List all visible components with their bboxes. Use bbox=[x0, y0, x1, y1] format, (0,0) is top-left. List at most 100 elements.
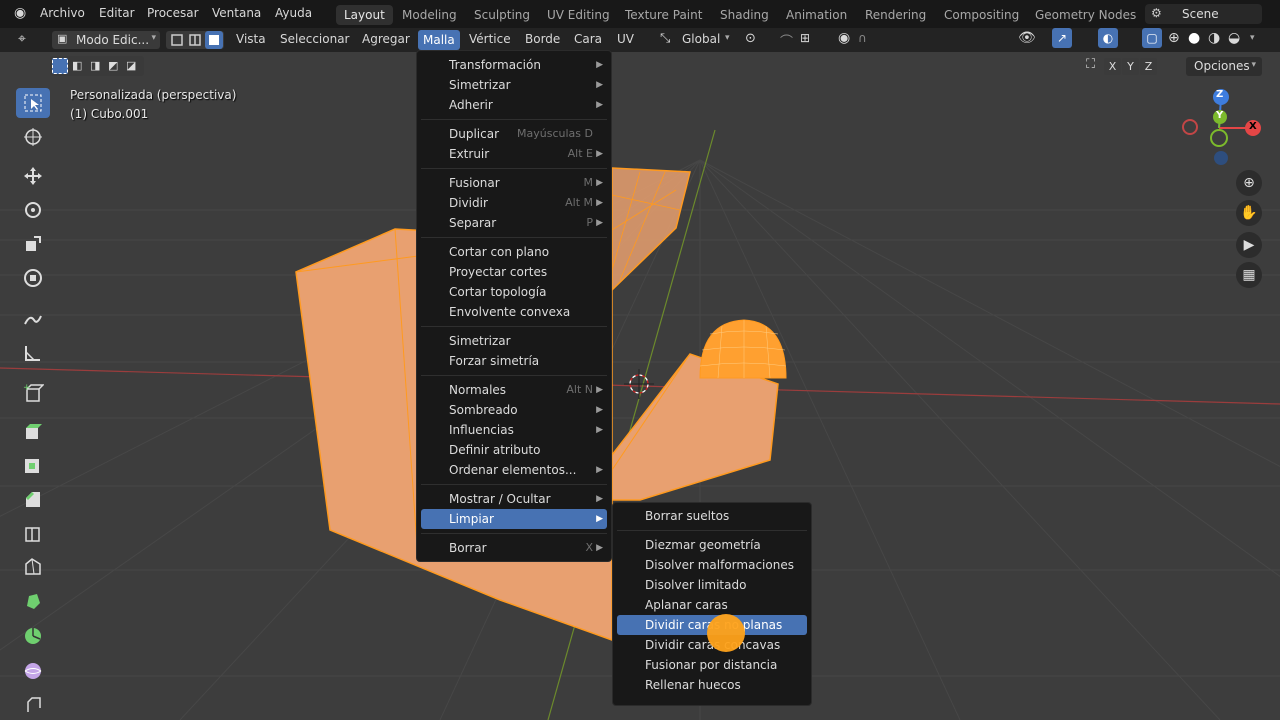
menu-ayuda[interactable]: Ayuda bbox=[275, 6, 312, 20]
loop-cut-tool-icon[interactable] bbox=[16, 518, 50, 548]
options-dropdown[interactable]: Opciones ▾ bbox=[1186, 57, 1262, 76]
move-tool-icon[interactable] bbox=[16, 161, 50, 191]
malla-item-proyectar-cortes[interactable]: Proyectar cortes bbox=[421, 262, 607, 282]
shear-tool-icon[interactable] bbox=[16, 690, 50, 720]
malla-item-definir-atributo[interactable]: Definir atributo bbox=[421, 440, 607, 460]
menu-borde[interactable]: Borde bbox=[525, 32, 560, 46]
malla-item-cortar-con-plano[interactable]: Cortar con plano bbox=[421, 242, 607, 262]
scene-selector[interactable]: ⚙ Scene bbox=[1145, 4, 1262, 24]
malla-item-forzar-simetria[interactable]: Forzar simetría bbox=[421, 351, 607, 371]
overlays-icon[interactable]: ◐ bbox=[1098, 28, 1118, 48]
edge-select-icon[interactable] bbox=[187, 32, 203, 48]
malla-item-extruir[interactable]: Extruir Alt E ▶ bbox=[421, 144, 607, 164]
poly-build-tool-icon[interactable] bbox=[16, 586, 50, 616]
annotate-tool-icon[interactable] bbox=[16, 304, 50, 334]
malla-item-limpiar[interactable]: Limpiar ▶ bbox=[421, 509, 607, 529]
workspace-tab-sculpting[interactable]: Sculpting bbox=[466, 5, 538, 25]
select-intersect-icon[interactable]: ◪ bbox=[126, 59, 136, 72]
menu-vista[interactable]: Vista bbox=[236, 32, 266, 46]
menu-archivo[interactable]: Archivo bbox=[40, 6, 85, 20]
limpiar-item-aplanar-caras[interactable]: Aplanar caras bbox=[617, 595, 807, 615]
select-new-icon[interactable]: ◧ bbox=[72, 59, 82, 72]
malla-item-cortar-topologia[interactable]: Cortar topología bbox=[421, 282, 607, 302]
select-box-tool-icon[interactable] bbox=[16, 88, 50, 118]
smooth-tool-icon[interactable] bbox=[16, 656, 50, 686]
menu-uv[interactable]: UV bbox=[617, 32, 634, 46]
pivot-point-icon[interactable]: ⊙ bbox=[745, 31, 756, 46]
menu-malla[interactable]: Malla bbox=[418, 30, 460, 50]
malla-item-mostrar-ocultar[interactable]: Mostrar / Ocultar ▶ bbox=[421, 489, 607, 509]
workspace-tab-shading[interactable]: Shading bbox=[712, 5, 777, 25]
navigation-gizmo[interactable]: Z Y X bbox=[1176, 86, 1266, 172]
mode-selector[interactable]: ▣ Modo Edic... ▾ bbox=[52, 31, 160, 49]
limpiar-item-fusionar-por-distancia[interactable]: Fusionar por distancia bbox=[617, 655, 807, 675]
material-shading-icon[interactable]: ◑ bbox=[1208, 30, 1220, 46]
falloff-icon[interactable]: ∩ bbox=[858, 31, 867, 45]
transform-orientation-icon[interactable]: ⤡ bbox=[660, 31, 670, 46]
knife-tool-icon[interactable] bbox=[16, 552, 50, 582]
face-select-icon[interactable] bbox=[205, 31, 223, 49]
malla-item-simetrizar[interactable]: Simetrizar bbox=[421, 331, 607, 351]
orientation-label[interactable]: Global bbox=[682, 32, 720, 46]
inset-tool-icon[interactable] bbox=[16, 450, 50, 480]
axis-y-toggle[interactable]: Y bbox=[1122, 58, 1139, 75]
box-select-icon[interactable] bbox=[52, 58, 68, 74]
spin-tool-icon[interactable] bbox=[16, 621, 50, 651]
menu-seleccionar[interactable]: Seleccionar bbox=[280, 32, 349, 46]
workspace-tab-layout[interactable]: Layout bbox=[336, 5, 393, 25]
malla-item-simetrizar[interactable]: Simetrizar ▶ bbox=[421, 75, 607, 95]
rendered-shading-icon[interactable]: ◒ bbox=[1228, 30, 1240, 46]
editor-type-icon[interactable]: ⌖ bbox=[18, 31, 26, 47]
workspace-tab-texture-paint[interactable]: Texture Paint bbox=[617, 5, 710, 25]
visibility-icon[interactable]: 👁 bbox=[1018, 30, 1036, 46]
malla-item-adherir[interactable]: Adherir ▶ bbox=[421, 95, 607, 115]
limpiar-item-rellenar-huecos[interactable]: Rellenar huecos bbox=[617, 675, 807, 695]
workspace-tab-animation[interactable]: Animation bbox=[778, 5, 855, 25]
transform-tool-icon[interactable] bbox=[16, 263, 50, 293]
malla-item-separar[interactable]: Separar P ▶ bbox=[421, 213, 607, 233]
malla-item-duplicar[interactable]: Duplicar Mayúsculas D bbox=[421, 124, 607, 144]
select-subtract-icon[interactable]: ◩ bbox=[108, 59, 118, 72]
workspace-tab-geometry-nodes[interactable]: Geometry Nodes bbox=[1027, 5, 1144, 25]
proportional-edit-icon[interactable]: ◉ bbox=[838, 30, 850, 46]
limpiar-item-borrar-sueltos[interactable]: Borrar sueltos bbox=[617, 506, 807, 526]
snap-icon[interactable]: ⌒ bbox=[780, 31, 793, 50]
limpiar-item-diezmar-geometria[interactable]: Diezmar geometría bbox=[617, 535, 807, 555]
workspace-tab-compositing[interactable]: Compositing bbox=[936, 5, 1027, 25]
rotate-tool-icon[interactable] bbox=[16, 195, 50, 225]
vertex-select-icon[interactable] bbox=[169, 32, 185, 48]
perspective-grid-icon[interactable]: ▦ bbox=[1236, 262, 1262, 288]
malla-item-borrar[interactable]: Borrar X ▶ bbox=[421, 538, 607, 558]
gizmo-toggle-icon[interactable]: ↗ bbox=[1052, 28, 1072, 48]
axis-x-toggle[interactable]: X bbox=[1104, 58, 1121, 75]
menu-agregar[interactable]: Agregar bbox=[362, 32, 410, 46]
limpiar-item-disolver-malformaciones[interactable]: Disolver malformaciones bbox=[617, 555, 807, 575]
malla-item-sombreado[interactable]: Sombreado ▶ bbox=[421, 400, 607, 420]
malla-item-normales[interactable]: Normales Alt N ▶ bbox=[421, 380, 607, 400]
measure-tool-icon[interactable] bbox=[16, 338, 50, 368]
menu-editar[interactable]: Editar bbox=[99, 6, 135, 20]
solid-shading-icon[interactable]: ● bbox=[1188, 30, 1200, 46]
malla-item-transformacion[interactable]: Transformación ▶ bbox=[421, 55, 607, 75]
pan-hand-icon[interactable]: ✋ bbox=[1236, 200, 1262, 226]
xray-icon[interactable]: ▢ bbox=[1142, 28, 1162, 48]
scale-tool-icon[interactable] bbox=[16, 229, 50, 259]
cursor-tool-icon[interactable] bbox=[16, 122, 50, 152]
add-cube-tool-icon[interactable]: + bbox=[16, 378, 50, 408]
workspace-tab-uv-editing[interactable]: UV Editing bbox=[539, 5, 618, 25]
wireframe-shading-icon[interactable]: ⊕ bbox=[1168, 30, 1180, 46]
menu-procesar[interactable]: Procesar bbox=[147, 6, 199, 20]
menu-cara[interactable]: Cara bbox=[574, 32, 602, 46]
extrude-tool-icon[interactable] bbox=[16, 416, 50, 446]
bevel-tool-icon[interactable] bbox=[16, 484, 50, 514]
blender-logo-icon[interactable]: ◉ bbox=[14, 5, 26, 21]
malla-item-ordenar-elementos[interactable]: Ordenar elementos... ▶ bbox=[421, 460, 607, 480]
malla-item-influencias[interactable]: Influencias ▶ bbox=[421, 420, 607, 440]
workspace-tab-modeling[interactable]: Modeling bbox=[394, 5, 465, 25]
zoom-icon[interactable]: ⊕ bbox=[1236, 170, 1262, 196]
menu-vertice[interactable]: Vértice bbox=[469, 32, 511, 46]
axis-z-toggle[interactable]: Z bbox=[1140, 58, 1157, 75]
workspace-tab-rendering[interactable]: Rendering bbox=[857, 5, 934, 25]
snap-target-icon[interactable]: ⊞ bbox=[800, 31, 810, 45]
chevron-down-icon[interactable]: ▾ bbox=[1250, 33, 1255, 43]
